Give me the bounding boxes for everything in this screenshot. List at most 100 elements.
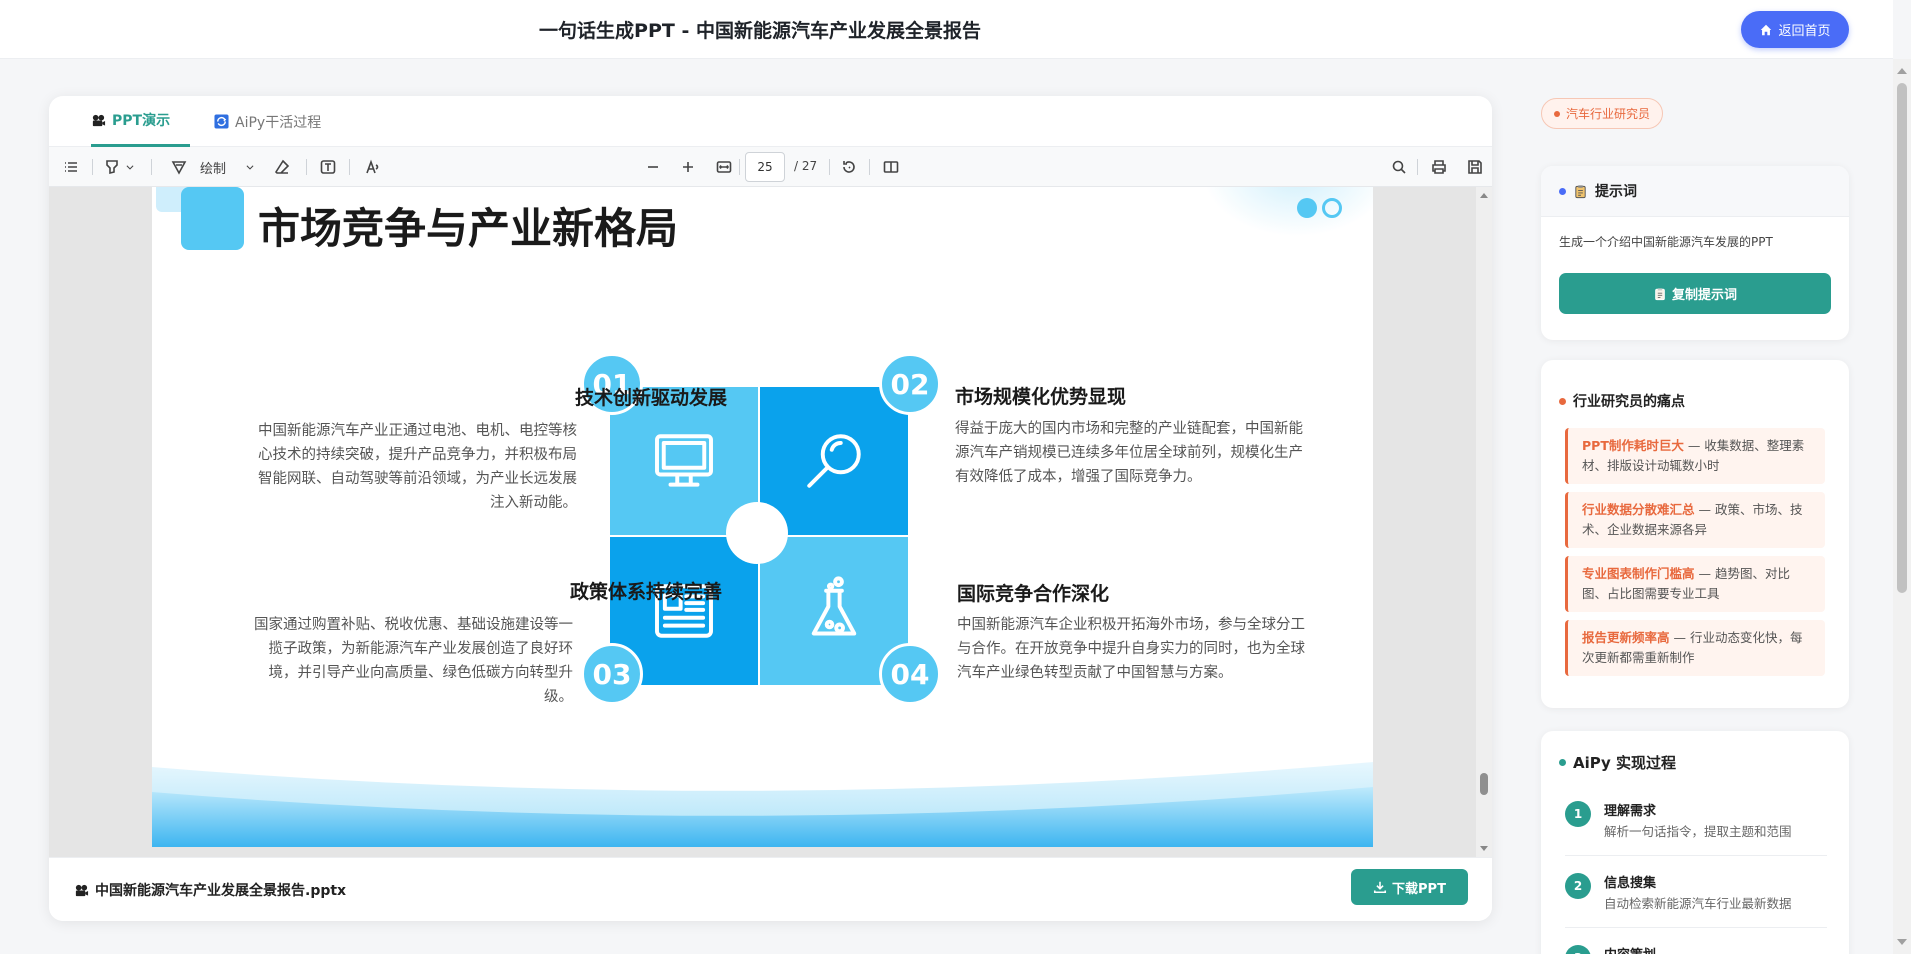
step-title: 内容策划: [1604, 944, 1656, 954]
item-title-4: 国际竞争合作深化: [957, 583, 1110, 605]
fit-width-button[interactable]: [716, 155, 732, 179]
eraser-icon: [274, 159, 290, 174]
step-desc: 自动检索新能源汽车行业最新数据: [1604, 896, 1792, 911]
tab-ppt-demo-label: PPT演示: [112, 113, 171, 129]
viewer-scroll-down[interactable]: [1480, 846, 1488, 851]
prompt-panel: 提示词 生成一个介绍中国新能源汽车发展的PPT 复制提示词: [1541, 166, 1849, 340]
step-number: 3: [1565, 945, 1591, 954]
process-step: 2 信息搜集 自动检索新能源汽车行业最新数据: [1565, 870, 1827, 928]
tab-ppt-demo[interactable]: PPT演示: [91, 96, 191, 147]
page-title: 一句话生成PPT - 中国新能源汽车产业发展全景报告: [539, 20, 981, 42]
home-button[interactable]: 返回首页: [1741, 11, 1849, 48]
item-text-2: 得益于庞大的国内市场和完整的产业链配套，中国新能源汽车产销规模已连续多年位居全球…: [955, 421, 1303, 485]
draw-label: 绘制: [200, 161, 227, 177]
prompt-header: 提示词: [1541, 166, 1849, 217]
printer-icon: [1432, 160, 1446, 174]
search-button[interactable]: [1391, 155, 1407, 179]
list-icon: [65, 162, 77, 172]
role-badge-label: 汽车行业研究员: [1566, 107, 1651, 121]
item-number-3: 03: [581, 643, 643, 705]
process-heading: AiPy 实现过程: [1573, 753, 1677, 772]
page-scrollbar[interactable]: [1893, 59, 1911, 954]
viewer-scroll-up[interactable]: [1480, 193, 1488, 198]
pen-icon: [171, 161, 187, 175]
scroll-down-arrow[interactable]: [1897, 939, 1907, 945]
plus-icon: [683, 162, 693, 172]
tab-bar: PPT演示 AiPy干活过程: [49, 96, 1492, 147]
page-view-button[interactable]: [883, 155, 899, 179]
eraser-button[interactable]: [274, 155, 290, 179]
sidebar-toggle-button[interactable]: [63, 155, 79, 179]
chevron-down-icon: [246, 165, 254, 170]
item-number-2: 02: [879, 353, 941, 415]
decor-dot-ring: [1322, 198, 1342, 218]
minus-icon: [648, 166, 658, 168]
item-title-1: 技术创新驱动发展: [574, 387, 727, 409]
step-title: 理解需求: [1604, 804, 1657, 819]
page-number-input[interactable]: 25: [745, 152, 785, 182]
card-footer: 中国新能源汽车产业发展全景报告.pptx 下载PPT: [49, 857, 1492, 921]
highlight-button[interactable]: [104, 155, 135, 179]
save-icon: [1468, 160, 1482, 174]
item-text-4: 中国新能源汽车企业积极开拓海外市场，参与全球分工与合作。在开放竞争中提升自身实力…: [957, 617, 1305, 681]
download-label: 下载PPT: [1392, 881, 1446, 897]
magnifier-icon: [807, 434, 861, 488]
font-icon: [366, 159, 379, 174]
book-icon: [883, 161, 899, 173]
download-ppt-button[interactable]: 下载PPT: [1351, 869, 1468, 905]
print-button[interactable]: [1431, 155, 1447, 179]
clipboard-icon: [1655, 287, 1665, 300]
pain-points-header: 行业研究员的痛点: [1541, 360, 1849, 428]
process-header: AiPy 实现过程: [1541, 731, 1849, 793]
read-aloud-button[interactable]: [365, 155, 381, 179]
decor-square: [181, 187, 244, 250]
step-title: 信息搜集: [1604, 876, 1657, 891]
process-panel: AiPy 实现过程 1 理解需求 解析一句话指令，提取主题和范围 2 信息搜集 …: [1541, 731, 1849, 954]
copy-prompt-button[interactable]: 复制提示词: [1559, 273, 1831, 314]
flask-icon: [811, 576, 857, 636]
step-number: 2: [1565, 873, 1591, 899]
pain-point-item: 专业图表制作门槛高 — 趋势图、对比图、占比图需要专业工具: [1565, 556, 1825, 612]
role-badge: 汽车行业研究员: [1541, 98, 1664, 129]
zoom-out-button[interactable]: [645, 155, 661, 179]
rotate-button[interactable]: [841, 155, 857, 179]
pain-point-item: PPT制作耗时巨大 — 收集数据、整理素材、排版设计动辄数小时: [1565, 428, 1825, 484]
zoom-in-button[interactable]: [680, 155, 696, 179]
home-button-label: 返回首页: [1778, 24, 1831, 39]
prompt-text: 生成一个介绍中国新能源汽车发展的PPT: [1559, 235, 1773, 249]
slide-viewer: 市场竞争与产业新格局 01 02 03 04 技术创新驱动发展 中国新能源汽车产…: [49, 187, 1492, 857]
viewer-scroll-thumb[interactable]: [1480, 773, 1488, 795]
tab-aipy-process-label: AiPy干活过程: [235, 114, 322, 131]
ppt-card: PPT演示 AiPy干活过程 绘制 25 / 27 市场竞争与产业新格局 01 …: [49, 96, 1492, 921]
decor-dot-filled: [1297, 198, 1317, 218]
page-total: / 27: [794, 159, 818, 173]
film-icon: [75, 884, 89, 896]
item-title-3: 政策体系持续完善: [569, 581, 722, 603]
chevron-down-icon: [126, 165, 134, 170]
draw-button[interactable]: 绘制: [171, 155, 255, 179]
prompt-heading: 提示词: [1595, 184, 1637, 200]
pain-points-heading: 行业研究员的痛点: [1573, 394, 1685, 410]
save-button[interactable]: [1467, 155, 1483, 179]
text-box-button[interactable]: [320, 155, 336, 179]
decor-wave: [152, 762, 1373, 847]
scroll-up-arrow[interactable]: [1897, 68, 1907, 74]
slide-page: 市场竞争与产业新格局 01 02 03 04 技术创新驱动发展 中国新能源汽车产…: [152, 187, 1373, 847]
item-title-2: 市场规模化优势显现: [955, 386, 1127, 408]
process-step: 1 理解需求 解析一句话指令，提取主题和范围: [1565, 798, 1827, 856]
rotate-icon: [843, 161, 855, 173]
step-number: 1: [1565, 801, 1591, 827]
home-icon: [1761, 24, 1772, 35]
search-icon: [1392, 160, 1406, 174]
pain-point-item: 报告更新频率高 — 行业动态变化快，每次更新都需重新制作: [1565, 620, 1825, 676]
fit-width-icon: [716, 161, 732, 173]
scrollbar-thumb[interactable]: [1897, 83, 1907, 593]
tab-aipy-process[interactable]: AiPy干活过程: [214, 96, 321, 147]
step-desc: 解析一句话指令，提取主题和范围: [1604, 824, 1792, 839]
item-number-4: 04: [879, 643, 941, 705]
viewer-scrollbar[interactable]: [1476, 187, 1492, 857]
text-box-icon: [320, 160, 336, 174]
clipboard-icon: [1575, 184, 1586, 198]
slide-title: 市场竞争与产业新格局: [258, 204, 679, 253]
top-bar: 一句话生成PPT - 中国新能源汽车产业发展全景报告 返回首页: [0, 0, 1893, 59]
